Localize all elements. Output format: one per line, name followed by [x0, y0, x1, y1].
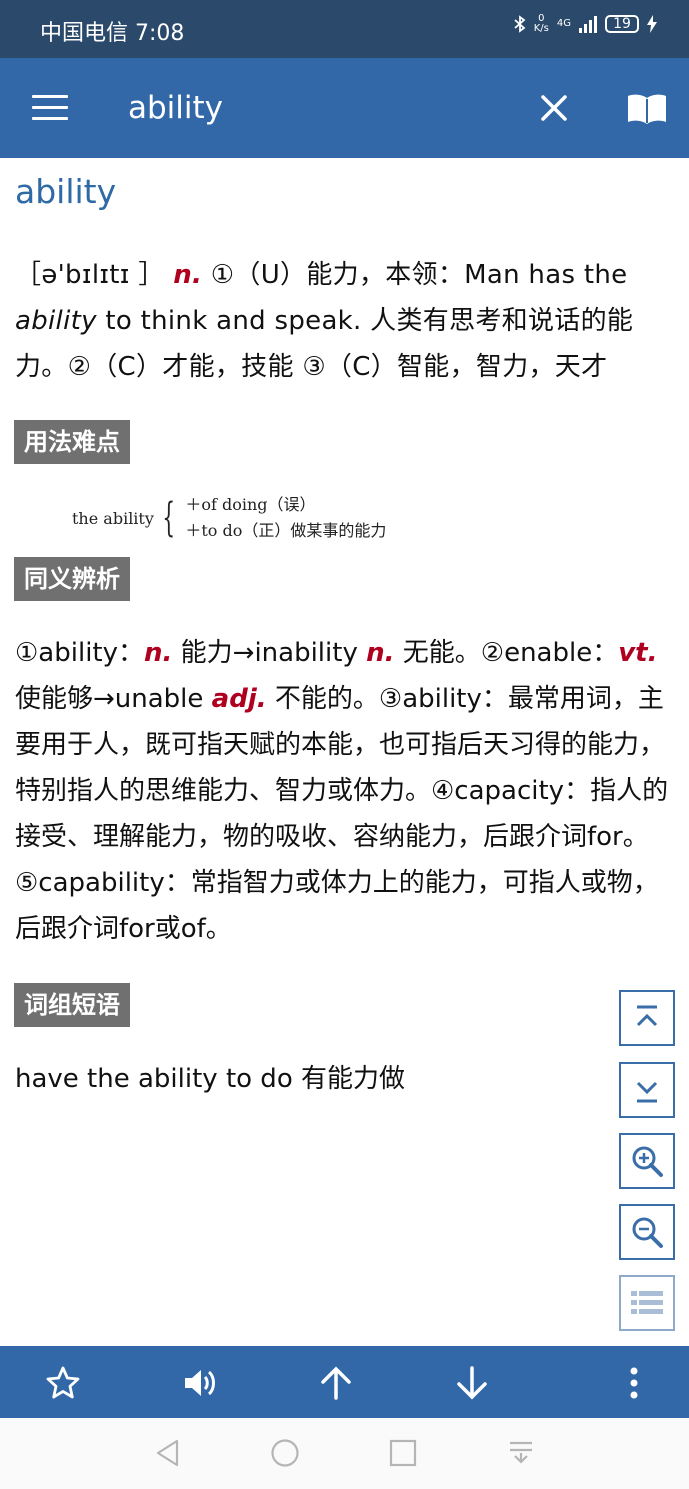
synonyms-heading: 同义辨析	[14, 557, 130, 601]
close-icon[interactable]	[538, 92, 570, 124]
menu-icon[interactable]	[32, 95, 68, 121]
zoom-out-button[interactable]	[619, 1204, 675, 1260]
arrow-down-icon	[457, 1366, 487, 1400]
status-bar: 中国电信 7:08 0 K/s 4G 19	[0, 0, 689, 58]
app-bar	[0, 58, 689, 158]
zoom-out-icon	[632, 1217, 663, 1248]
star-icon	[46, 1366, 80, 1399]
network-type: 4G	[556, 18, 571, 29]
recents-icon[interactable]	[388, 1438, 418, 1468]
battery-level: 19	[613, 16, 631, 32]
phrases-heading: 词组短语	[14, 983, 130, 1027]
arrow-up-icon	[321, 1366, 351, 1400]
definition: ［ə'bɪlɪtɪ ］ n. ①（U）能力，本领：Man has the abi…	[15, 260, 634, 382]
zoom-in-icon	[632, 1146, 663, 1177]
example-keyword: ability	[15, 306, 97, 336]
usage-option-wrong: ＋of doing（误）	[185, 495, 316, 514]
list-button[interactable]	[619, 1275, 675, 1331]
search-input[interactable]	[128, 86, 508, 130]
previous-entry-button[interactable]	[316, 1364, 356, 1402]
back-icon[interactable]	[153, 1438, 183, 1468]
usage-heading: 用法难点	[14, 420, 130, 464]
more-vertical-icon	[630, 1367, 638, 1399]
scroll-bottom-icon	[636, 1081, 658, 1103]
list-icon	[631, 1291, 663, 1314]
usage-note: the ability { ＋of doing（误） ＋to do（正）做某事的…	[72, 492, 386, 544]
phonetic: ə'bɪlɪtɪ	[41, 260, 130, 290]
status-icons: 0 K/s 4G 19	[514, 14, 657, 34]
signal-icon	[579, 15, 597, 33]
bluetooth-icon	[514, 15, 526, 33]
bottom-toolbar	[0, 1346, 689, 1418]
synonyms-text: ①ability：n. 能力→inability n. 无能。②enable：v…	[15, 638, 669, 944]
part-of-speech: n.	[173, 260, 203, 290]
home-icon[interactable]	[270, 1438, 300, 1468]
scroll-top-button[interactable]	[619, 990, 675, 1046]
notification-pull-icon[interactable]	[506, 1438, 536, 1468]
headword: ability	[15, 172, 117, 211]
brace-icon: {	[162, 495, 175, 541]
more-button[interactable]	[614, 1364, 654, 1402]
zoom-in-button[interactable]	[619, 1133, 675, 1189]
next-entry-button[interactable]	[452, 1364, 492, 1402]
pronounce-button[interactable]	[180, 1364, 220, 1402]
network-speed: 0 K/s	[533, 13, 549, 34]
book-icon[interactable]	[626, 92, 668, 126]
scroll-bottom-button[interactable]	[619, 1062, 675, 1118]
system-nav-bar	[0, 1418, 689, 1489]
usage-lead: the ability	[72, 508, 154, 528]
phrase-item: have the ability to do 有能力做	[15, 1064, 405, 1094]
favorite-button[interactable]	[43, 1364, 83, 1402]
scroll-top-icon	[636, 1005, 658, 1027]
charging-icon	[647, 15, 657, 33]
usage-option-right: ＋to do（正）做某事的能力	[185, 521, 387, 540]
carrier-time: 中国电信 7:08	[40, 21, 185, 46]
battery-icon: 19	[605, 15, 639, 33]
speaker-icon	[185, 1370, 215, 1396]
